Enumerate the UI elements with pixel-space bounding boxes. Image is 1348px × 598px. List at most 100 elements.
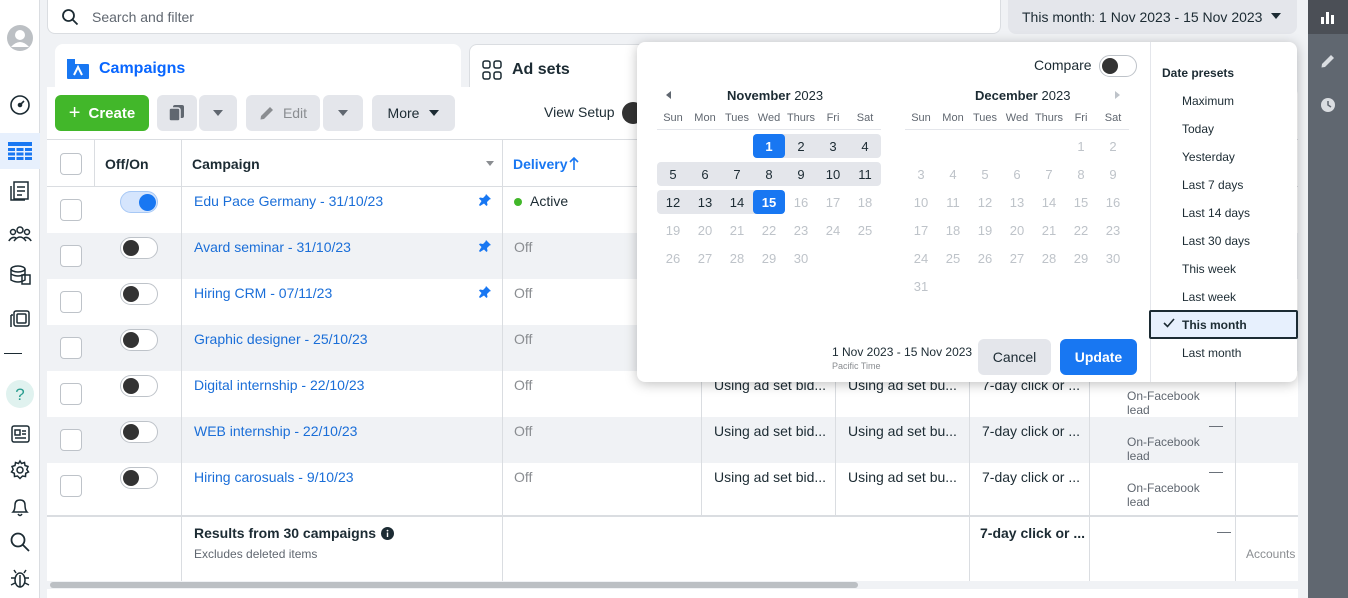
calendar-day[interactable]: 12 xyxy=(657,190,689,214)
chevron-down-icon xyxy=(213,110,223,116)
header-off-on[interactable]: Off/On xyxy=(95,140,182,187)
table-row[interactable]: Hiring carosuals - 9/10/23 Off Using ad se… xyxy=(47,463,1298,509)
calendar-day[interactable]: 13 xyxy=(689,190,721,214)
header-delivery-label: Delivery xyxy=(513,155,568,172)
pin-icon[interactable] xyxy=(479,193,491,209)
date-preset-item[interactable]: Last 7 days xyxy=(1182,178,1243,192)
catalog-icon[interactable] xyxy=(0,303,40,333)
calendar-day[interactable]: 8 xyxy=(753,162,785,186)
help-icon[interactable]: ? xyxy=(0,378,40,410)
create-button[interactable]: + Create xyxy=(55,95,149,131)
campaign-name-link[interactable]: Edu Pace Germany - 31/10/23 xyxy=(194,193,383,209)
budget-cell: Using ad set bu... xyxy=(848,463,957,509)
calendar-day[interactable]: 11 xyxy=(849,162,881,186)
notifications-bell-icon[interactable] xyxy=(0,492,40,522)
date-preset-item[interactable]: This month xyxy=(1149,310,1298,339)
date-preset-item[interactable]: Yesterday xyxy=(1182,150,1235,164)
date-preset-item[interactable]: Today xyxy=(1182,122,1214,136)
duplicate-dropdown-button[interactable] xyxy=(199,95,237,131)
settings-gear-icon[interactable] xyxy=(0,455,40,485)
row-toggle-cell xyxy=(120,279,158,325)
calendar-day[interactable]: 2 xyxy=(785,134,817,158)
row-checkbox[interactable] xyxy=(60,199,82,221)
horizontal-scrollbar[interactable] xyxy=(47,581,1298,589)
calendar-day[interactable]: 15 xyxy=(753,190,785,214)
news-icon[interactable] xyxy=(0,419,40,449)
ads-manager-table-icon[interactable] xyxy=(0,133,40,169)
campaign-name-link[interactable]: Hiring CRM - 07/11/23 xyxy=(194,285,332,301)
weekday-header: Sat xyxy=(856,112,874,124)
edit-dropdown-button[interactable] xyxy=(323,95,363,131)
ad-sets-grid-icon xyxy=(482,59,502,80)
dashboard-icon[interactable] xyxy=(0,90,40,120)
pin-icon[interactable] xyxy=(479,239,491,255)
update-button[interactable]: Update xyxy=(1060,339,1137,375)
row-checkbox[interactable] xyxy=(60,337,82,359)
table-summary-row: Results from 30 campaigns Excludes delet… xyxy=(47,515,1298,581)
history-clock-icon[interactable] xyxy=(1308,88,1348,122)
edit-button[interactable]: Edit xyxy=(246,95,320,131)
campaign-on-off-toggle[interactable] xyxy=(120,467,158,489)
compare-toggle[interactable] xyxy=(1099,55,1137,77)
previous-month-icon[interactable] xyxy=(666,91,671,99)
more-button-label: More xyxy=(387,105,420,121)
campaign-on-off-toggle[interactable] xyxy=(120,191,158,213)
search-input[interactable] xyxy=(92,8,892,25)
date-range-button[interactable]: This month: 1 Nov 2023 - 15 Nov 2023 xyxy=(1008,0,1297,34)
duplicate-button[interactable] xyxy=(157,95,197,131)
campaign-name-link[interactable]: Avard seminar - 31/10/23 xyxy=(194,239,351,255)
calendar-day[interactable]: 5 xyxy=(657,162,689,186)
row-checkbox[interactable] xyxy=(60,245,82,267)
audience-icon[interactable] xyxy=(0,218,40,248)
campaign-name-link[interactable]: WEB internship - 22/10/23 xyxy=(194,423,357,439)
date-preset-item[interactable]: Maximum xyxy=(1182,94,1234,108)
more-button[interactable]: More xyxy=(372,95,455,131)
info-icon[interactable] xyxy=(381,526,395,540)
search-filter-bar[interactable] xyxy=(47,0,1001,34)
calendar-day[interactable]: 1 xyxy=(753,134,785,158)
chart-bars-icon[interactable] xyxy=(1308,0,1348,34)
next-month-icon[interactable] xyxy=(1115,91,1120,99)
campaign-on-off-toggle[interactable] xyxy=(120,375,158,397)
date-preset-item[interactable]: Last month xyxy=(1182,346,1241,360)
campaign-name-link[interactable]: Graphic designer - 25/10/23 xyxy=(194,331,368,347)
calendar-day[interactable]: 14 xyxy=(721,190,753,214)
date-preset-item[interactable]: Last 14 days xyxy=(1182,206,1250,220)
avatar[interactable] xyxy=(0,22,40,54)
date-preset-item[interactable]: This week xyxy=(1182,262,1236,276)
calendar-day[interactable]: 3 xyxy=(817,134,849,158)
calendar-day[interactable]: 10 xyxy=(817,162,849,186)
scrollbar-thumb[interactable] xyxy=(50,582,858,588)
bug-report-icon[interactable] xyxy=(0,563,40,593)
date-preset-item[interactable]: Last 30 days xyxy=(1182,234,1250,248)
calendar-day[interactable]: 9 xyxy=(785,162,817,186)
bid-strategy-cell: Using ad set bid... xyxy=(714,463,826,509)
row-checkbox[interactable] xyxy=(60,429,82,451)
calendar-day[interactable]: 6 xyxy=(689,162,721,186)
pin-icon[interactable] xyxy=(479,285,491,301)
campaign-on-off-toggle[interactable] xyxy=(120,283,158,305)
campaign-name-link[interactable]: Hiring carosuals - 9/10/23 xyxy=(194,469,354,485)
search-icon[interactable] xyxy=(0,527,40,557)
calendar-area: Compare November 2023 December 2023 Sun M… xyxy=(637,42,1150,382)
cancel-button[interactable]: Cancel xyxy=(978,339,1051,375)
campaign-on-off-toggle[interactable] xyxy=(120,329,158,351)
campaign-on-off-toggle[interactable] xyxy=(120,421,158,443)
pages-icon[interactable] xyxy=(0,176,40,206)
row-checkbox[interactable] xyxy=(60,291,82,313)
calendar-day[interactable]: 7 xyxy=(721,162,753,186)
budget-value: Using ad set bu... xyxy=(848,469,957,485)
header-campaign[interactable]: Campaign xyxy=(182,140,503,187)
row-checkbox[interactable] xyxy=(60,475,82,497)
row-checkbox[interactable] xyxy=(60,383,82,405)
date-preset-item[interactable]: Last week xyxy=(1182,290,1236,304)
campaign-name-link[interactable]: Digital internship - 22/10/23 xyxy=(194,377,364,393)
calendar-day: 26 xyxy=(977,250,993,266)
table-row[interactable]: WEB internship - 22/10/23 Off Using ad set… xyxy=(47,417,1298,463)
campaign-on-off-toggle[interactable] xyxy=(120,237,158,259)
calendar-day[interactable]: 4 xyxy=(849,134,881,158)
pencil-icon[interactable] xyxy=(1308,44,1348,78)
calendar-day: 22 xyxy=(1073,222,1089,238)
select-all-checkbox[interactable] xyxy=(59,152,82,175)
billing-icon[interactable] xyxy=(0,260,40,290)
